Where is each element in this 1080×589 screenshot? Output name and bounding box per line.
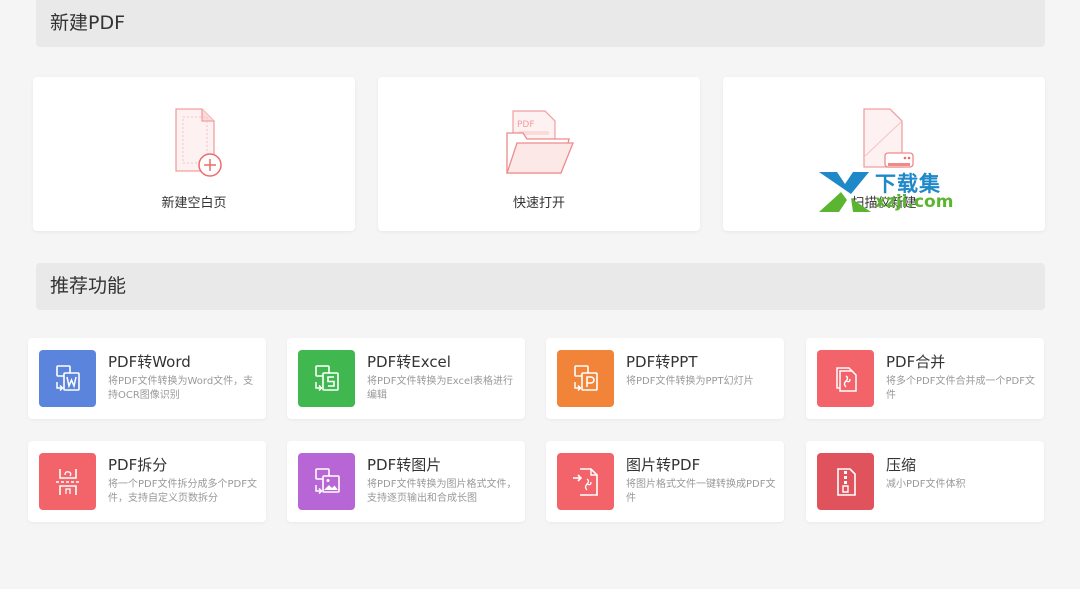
new-blank-page-label: 新建空白页: [161, 196, 227, 211]
feature-pdf-to-image[interactable]: PDF转图片 将PDF文件转换为图片格式文件，支持逐页输出和合成长图: [287, 441, 525, 522]
pdf-merge-icon: [817, 350, 874, 407]
feature-description: 减小PDF文件体积: [886, 479, 966, 490]
feature-description: 将PDF文件转换为Excel表格进行编辑: [367, 376, 513, 401]
feature-title: PDF转PPT: [626, 353, 698, 371]
feature-title: 压缩: [886, 456, 917, 474]
feature-image-to-pdf[interactable]: 图片转PDF 将图片格式文件一键转换成PDF文件: [546, 441, 784, 522]
pdf-to-image-icon: [298, 453, 355, 510]
quick-open-label: 快速打开: [512, 196, 565, 211]
feature-title: 图片转PDF: [626, 456, 701, 474]
watermark-logo-icon: [819, 172, 871, 212]
feature-compress[interactable]: 压缩 减小PDF文件体积: [806, 441, 1044, 522]
feature-description: 将PDF文件转换为图片格式文件，支持逐页输出和合成长图: [367, 479, 517, 504]
site-watermark: 下载集 xzji.com: [817, 168, 962, 216]
scanner-icon: [723, 107, 1045, 177]
quick-open-card[interactable]: PDF 快速打开: [378, 77, 700, 231]
feature-description: 将图片格式文件一键转换成PDF文件: [626, 479, 776, 504]
svg-text:PDF: PDF: [517, 120, 535, 130]
feature-pdf-to-word[interactable]: PDF转Word 将PDF文件转换为Word文件，支持OCR图像识别: [28, 338, 266, 419]
feature-pdf-merge[interactable]: PDF合并 将多个PDF文件合并成一个PDF文件: [806, 338, 1044, 419]
watermark-text-bottom: xzji.com: [875, 192, 954, 212]
feature-description: 将PDF文件转换为Word文件，支持OCR图像识别: [108, 376, 254, 401]
feature-description: 将一个PDF文件拆分成多个PDF文件，支持自定义页数拆分: [108, 479, 257, 504]
pdf-split-icon: [39, 453, 96, 510]
feature-pdf-split[interactable]: PDF拆分 将一个PDF文件拆分成多个PDF文件，支持自定义页数拆分: [28, 441, 266, 522]
feature-title: PDF拆分: [108, 456, 168, 474]
new-pdf-section-title: 新建PDF: [36, 0, 1045, 47]
feature-pdf-to-excel[interactable]: PDF转Excel 将PDF文件转换为Excel表格进行编辑: [287, 338, 525, 419]
feature-pdf-to-ppt[interactable]: PDF转PPT 将PDF文件转换为PPT幻灯片: [546, 338, 784, 419]
feature-description: 将多个PDF文件合并成一个PDF文件: [886, 376, 1035, 401]
compress-icon: [817, 453, 874, 510]
feature-title: PDF转Excel: [367, 353, 451, 371]
pdf-to-word-icon: [39, 350, 96, 407]
open-folder-icon: PDF: [378, 107, 700, 177]
feature-title: PDF转Word: [108, 353, 191, 371]
recommended-section-title: 推荐功能: [36, 263, 1045, 310]
new-blank-page-card[interactable]: 新建空白页: [33, 77, 355, 231]
pdf-to-ppt-icon: [557, 350, 614, 407]
blank-page-icon: [33, 107, 355, 177]
feature-title: PDF合并: [886, 353, 946, 371]
image-to-pdf-icon: [557, 453, 614, 510]
feature-description: 将PDF文件转换为PPT幻灯片: [626, 376, 754, 387]
pdf-to-excel-icon: [298, 350, 355, 407]
feature-title: PDF转图片: [367, 456, 442, 474]
